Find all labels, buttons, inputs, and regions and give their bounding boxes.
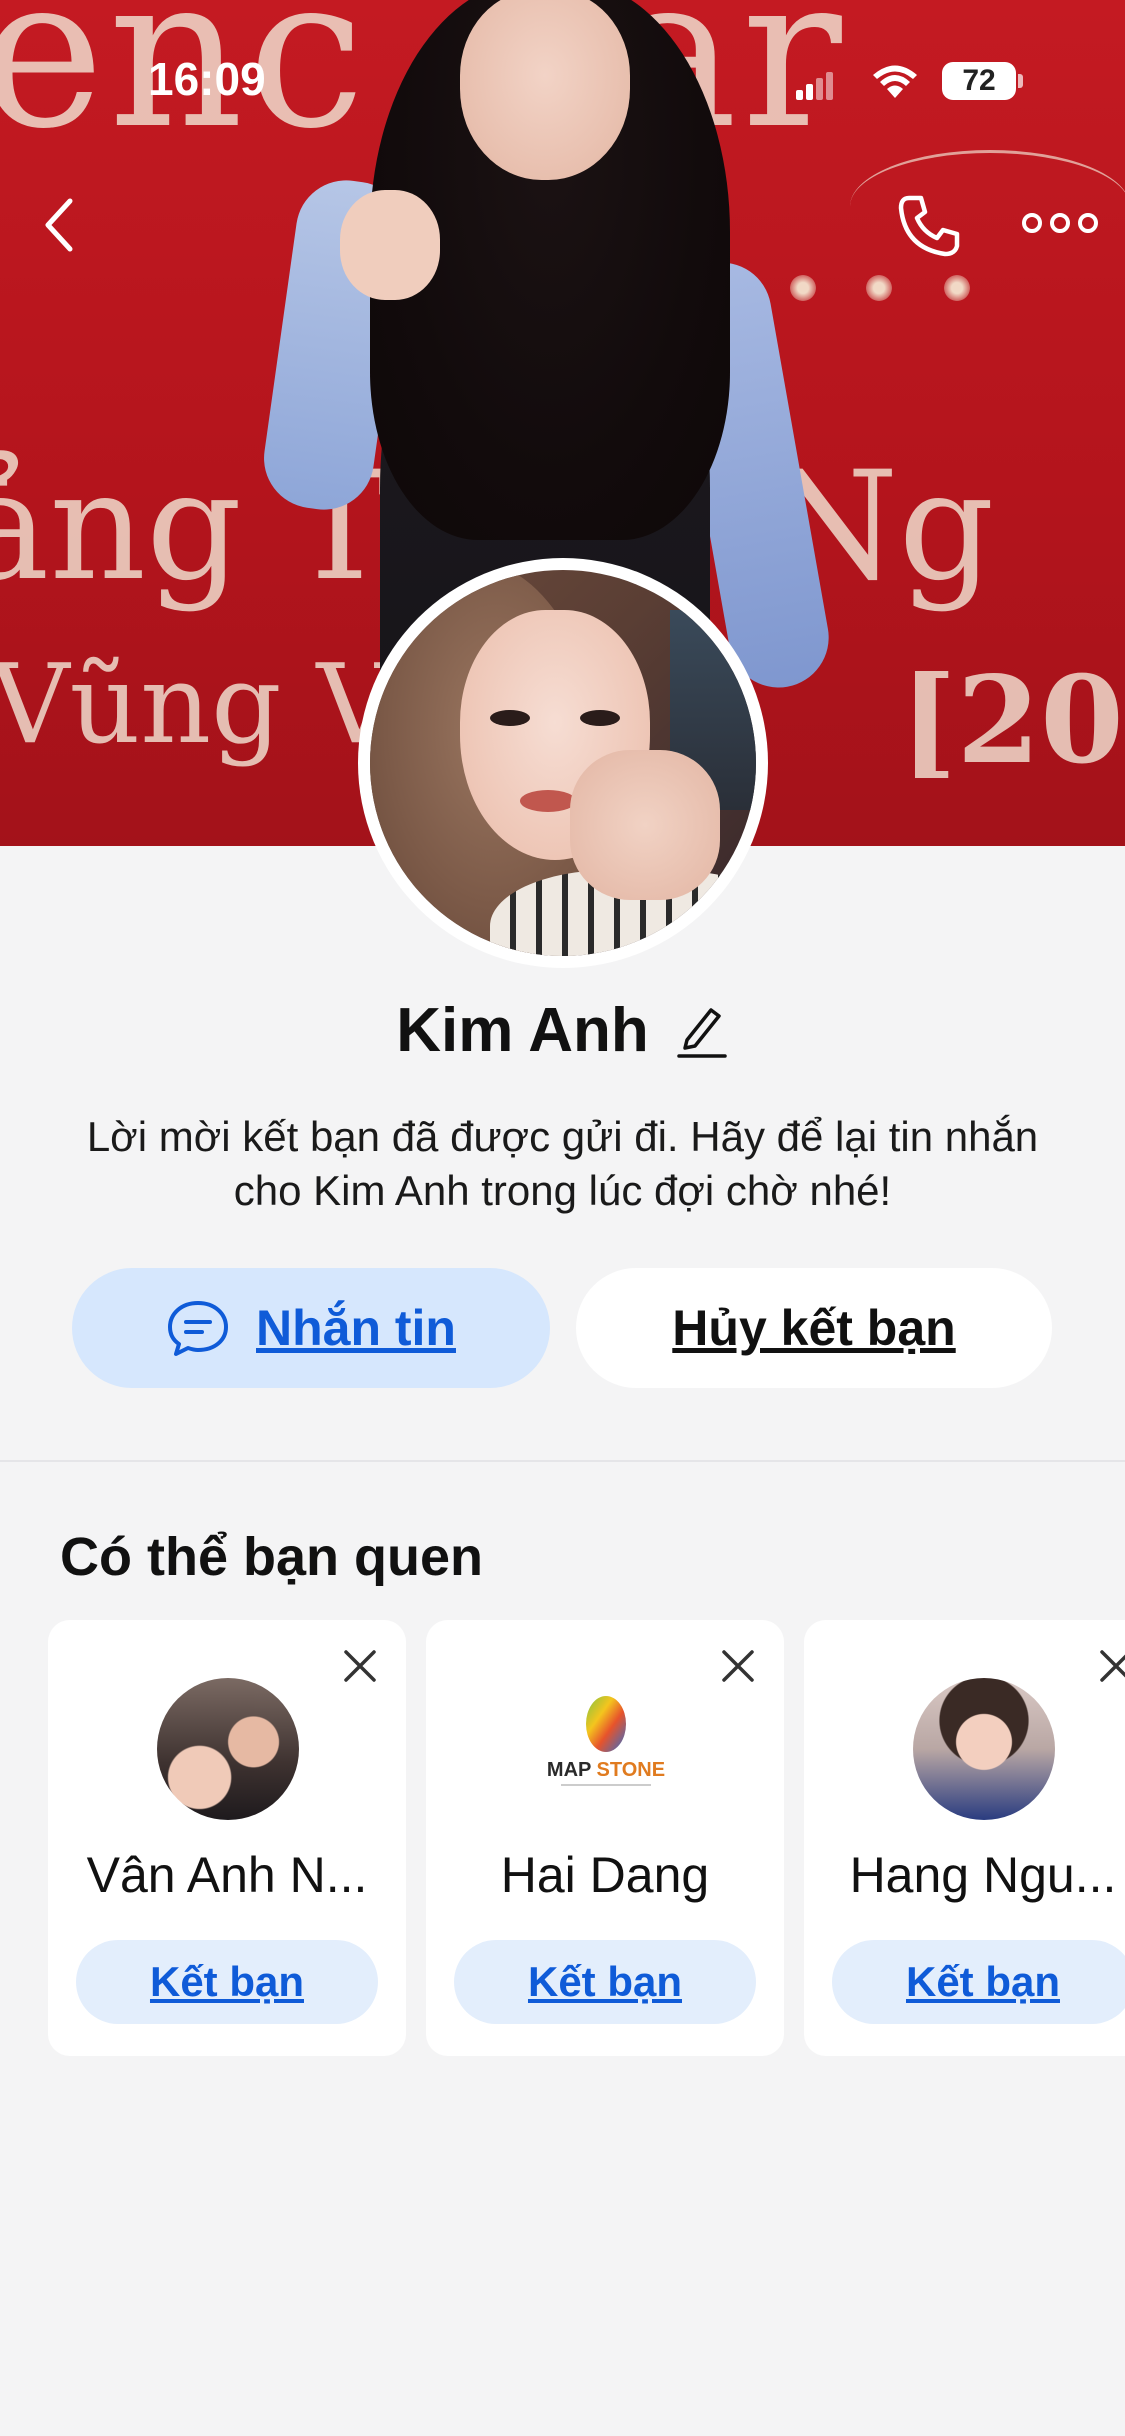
add-friend-button[interactable]: Kết bạn <box>454 1940 756 2024</box>
wifi-icon <box>873 65 917 98</box>
suggestion-avatar[interactable] <box>157 1678 299 1820</box>
battery-icon: 72 <box>942 62 1016 100</box>
status-time: 16:09 <box>148 53 266 105</box>
edit-pencil-icon[interactable] <box>675 1000 729 1060</box>
suggestion-card[interactable]: Vân Anh N... Kết bạn <box>48 1620 406 2056</box>
cover-flower <box>944 275 970 301</box>
friend-request-note: Lời mời kết bạn đã được gửi đi. Hãy để l… <box>86 1113 1039 1214</box>
svg-text:MAP STONE: MAP STONE <box>547 1759 665 1781</box>
suggestion-name[interactable]: Vân Anh N... <box>48 1846 406 1904</box>
chat-bubble-icon <box>168 1301 228 1356</box>
cover-person-hand <box>340 190 440 300</box>
phone-call-icon[interactable] <box>895 190 965 260</box>
back-chevron-icon[interactable] <box>40 195 80 255</box>
cover-flower <box>790 275 816 301</box>
suggestions-title: Có thể bạn quen <box>60 1527 483 1587</box>
profile-name-row: Kim Anh <box>0 990 1125 1070</box>
more-options-icon[interactable] <box>1020 205 1100 241</box>
cover-flower <box>866 275 892 301</box>
cancel-friend-request-label: Hủy kết bạn <box>672 1300 956 1356</box>
suggestion-name[interactable]: Hai Dang <box>426 1846 784 1904</box>
dismiss-close-icon[interactable] <box>1098 1648 1125 1684</box>
suggestion-card[interactable]: MAP STONE Hai Dang Kết bạn <box>426 1620 784 2056</box>
suggestion-card[interactable]: Hang Ngu... Kết bạn <box>804 1620 1125 2056</box>
dismiss-close-icon[interactable] <box>342 1648 378 1684</box>
cellular-signal-icon <box>796 70 833 100</box>
suggestion-avatar[interactable] <box>913 1678 1055 1820</box>
message-button-label: Nhắn tin <box>256 1300 456 1356</box>
add-friend-button[interactable]: Kết bạn <box>76 1940 378 2024</box>
section-divider <box>0 1460 1125 1462</box>
dismiss-close-icon[interactable] <box>720 1648 756 1684</box>
status-bar: 16:09 72 <box>0 0 1125 150</box>
message-button[interactable]: Nhắn tin <box>72 1268 550 1388</box>
battery-level: 72 <box>962 64 996 97</box>
suggestion-name[interactable]: Hang Ngu... <box>804 1846 1125 1904</box>
profile-name: Kim Anh <box>396 995 649 1065</box>
cover-backdrop-lettering: [202 <box>900 650 1125 791</box>
profile-avatar-photo <box>370 570 756 956</box>
mapstone-logo-icon: MAP STONE <box>547 1696 665 1786</box>
battery-tip <box>1018 74 1023 88</box>
cancel-friend-request-button[interactable]: Hủy kết bạn <box>576 1268 1052 1388</box>
suggestion-avatar[interactable]: MAP STONE <box>535 1678 677 1820</box>
profile-avatar[interactable] <box>358 558 768 968</box>
add-friend-button[interactable]: Kết bạn <box>832 1940 1125 2024</box>
